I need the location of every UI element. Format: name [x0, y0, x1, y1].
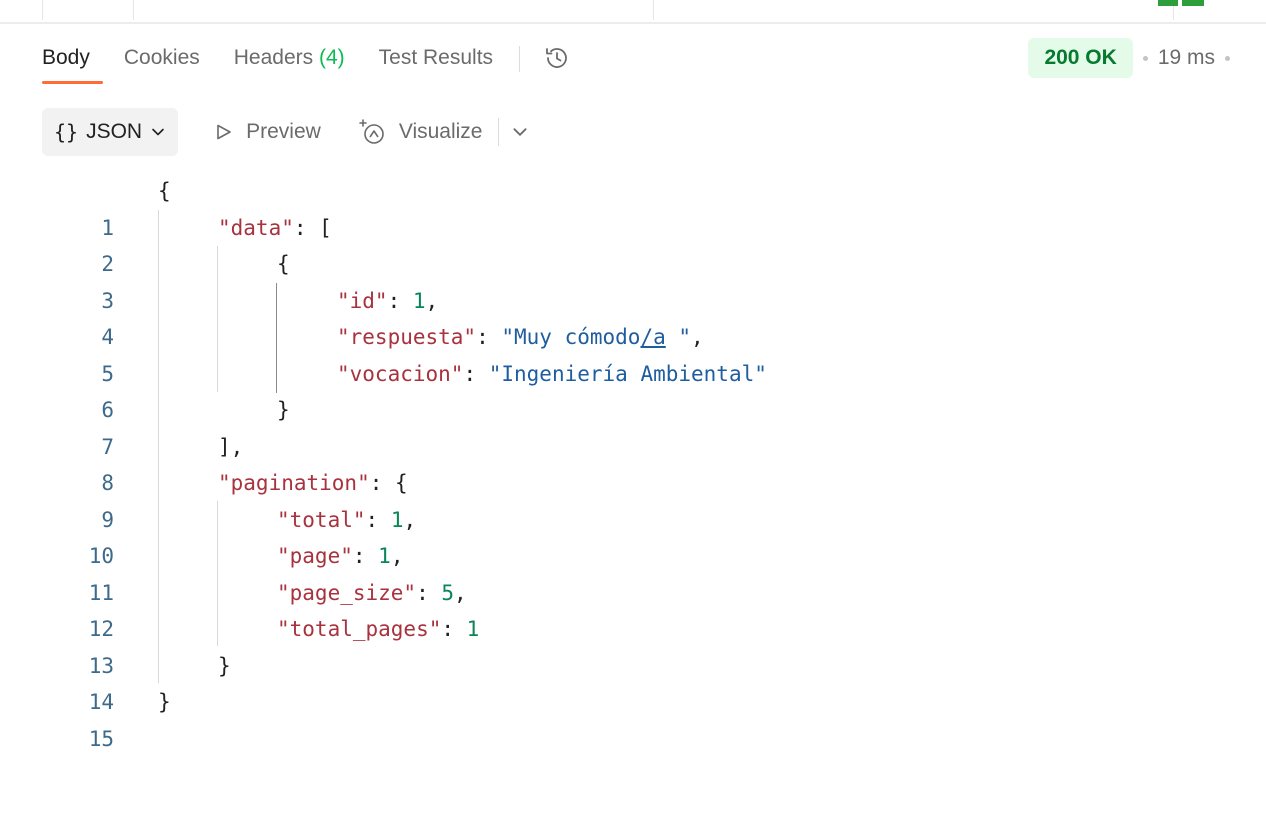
code-line: 7 }	[0, 392, 1266, 459]
json-key: "respuesta"	[337, 325, 477, 349]
json-punct: :	[416, 580, 442, 605]
dot-separator	[1225, 55, 1230, 61]
json-key: "data"	[218, 215, 294, 240]
response-time[interactable]: 19 ms	[1158, 46, 1215, 70]
code-line: 15 }	[0, 684, 1266, 751]
code-line: 6 "vocacion": "Ingeniería Ambiental"	[0, 356, 1266, 423]
code-line: 10 "total": 1,	[0, 502, 1266, 569]
json-string: "	[665, 325, 692, 349]
json-number: 5	[441, 580, 455, 605]
response-tabs: Body Cookies Headers (4) Test Results	[42, 34, 572, 90]
json-punct: }	[218, 653, 231, 678]
json-response-body[interactable]: 1 { 2 "data": [ 3 { 4 "id": 1, 5 "respue…	[0, 173, 1266, 751]
status-badge[interactable]: 200 OK	[1028, 38, 1133, 78]
preview-label: Preview	[246, 120, 321, 143]
tab-label: Test Results	[378, 46, 494, 69]
code-line: 13 "total_pages": 1	[0, 611, 1266, 678]
headers-count: (4)	[318, 46, 345, 69]
json-punct: :	[365, 507, 391, 532]
line-number: 15	[88, 726, 114, 751]
json-punct: :	[441, 617, 467, 641]
code-line: 5 "respuesta": "Muy cómodo/a ",	[0, 319, 1266, 386]
history-icon[interactable]	[542, 43, 572, 73]
braces-icon: {}	[54, 120, 79, 144]
json-punct: ,	[390, 544, 404, 568]
json-string-link[interactable]: /a	[640, 325, 665, 349]
json-punct: ,	[403, 507, 417, 532]
chevron-down-icon	[152, 128, 164, 136]
json-key: "total"	[277, 507, 366, 532]
json-punct: {	[277, 252, 290, 276]
code-line: 9 "pagination": {	[0, 465, 1266, 532]
json-string: "Muy cómodo	[501, 325, 641, 349]
response-status: 200 OK 19 ms	[1028, 38, 1240, 78]
divider	[42, 0, 43, 20]
code-line: 14 }	[0, 648, 1266, 715]
json-key: "total_pages"	[277, 617, 442, 641]
visualize-button[interactable]: Visualize	[357, 117, 483, 147]
format-dropdown[interactable]: {} JSON	[42, 108, 179, 156]
code-line: 8 ],	[0, 429, 1266, 496]
preview-button[interactable]: Preview	[214, 120, 321, 144]
json-key: "page"	[277, 544, 353, 568]
json-punct: ,	[425, 288, 439, 313]
json-punct: :	[463, 361, 489, 386]
json-punct: }	[277, 398, 290, 422]
json-key: "vocacion"	[337, 361, 464, 386]
json-punct: }	[158, 690, 171, 714]
tab-cookies[interactable]: Cookies	[124, 34, 200, 84]
json-number: 1	[466, 617, 480, 641]
json-number: 1	[390, 507, 404, 532]
tab-test-results[interactable]: Test Results	[379, 34, 493, 84]
body-toolbar: {} JSON Preview Visualize	[42, 108, 529, 156]
format-label: JSON	[86, 120, 143, 143]
sparkle-icon	[359, 119, 384, 144]
play-outline-icon	[217, 124, 231, 140]
request-editor-bottom-edge	[0, 0, 1266, 24]
chevron-down-icon	[513, 128, 528, 136]
json-number: 1	[412, 288, 426, 313]
json-string: "Ingeniería Ambiental"	[488, 361, 767, 386]
divider	[653, 0, 654, 20]
json-punct: :	[476, 325, 502, 349]
json-key: "id"	[337, 288, 388, 313]
visualize-options-dropdown[interactable]	[511, 123, 529, 141]
json-punct: [	[319, 215, 332, 240]
divider	[519, 46, 521, 72]
dot-separator	[1142, 55, 1148, 61]
json-punct: ,	[454, 580, 467, 605]
json-punct: :	[293, 215, 320, 240]
code-line: 4 "id": 1,	[0, 283, 1266, 350]
json-punct: :	[387, 288, 413, 313]
json-number: 1	[378, 544, 391, 568]
json-punct: :	[352, 544, 379, 568]
visualize-label: Visualize	[398, 120, 483, 143]
tab-body[interactable]: Body	[42, 34, 103, 84]
json-punct: {	[395, 471, 408, 495]
json-key: "pagination"	[218, 471, 370, 495]
tab-label: Headers	[233, 46, 314, 69]
json-punct: :	[369, 471, 396, 495]
json-punct: ],	[218, 434, 244, 459]
divider	[133, 0, 134, 20]
json-key: "page_size"	[277, 580, 417, 605]
tab-headers[interactable]: Headers (4)	[234, 34, 345, 84]
code-line: 1 {	[0, 173, 1266, 240]
divider	[498, 118, 500, 146]
code-line: 12 "page_size": 5,	[0, 575, 1266, 642]
code-line: 11 "page": 1,	[0, 538, 1266, 605]
json-punct: {	[158, 179, 171, 203]
json-punct: ,	[691, 325, 704, 349]
tab-label: Body	[42, 46, 90, 69]
tab-label: Cookies	[123, 46, 200, 69]
app-logo-icon	[1158, 0, 1204, 6]
code-line: 2 "data": [	[0, 210, 1266, 277]
code-line: 3 {	[0, 246, 1266, 313]
